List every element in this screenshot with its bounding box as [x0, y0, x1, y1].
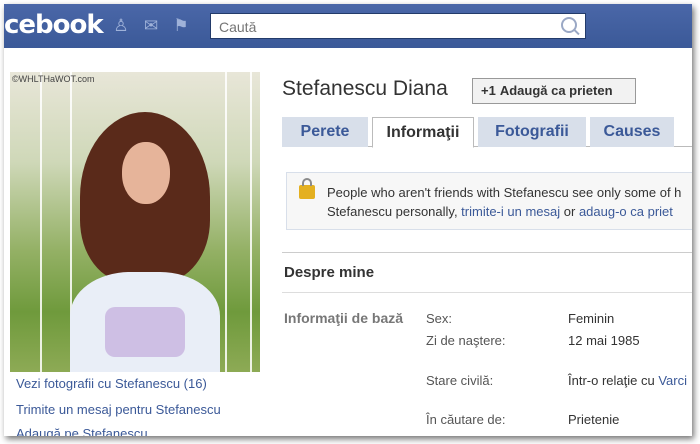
profile-name: Stefanescu Diana: [282, 77, 448, 100]
birthday-label: Zi de naştere:: [426, 333, 506, 348]
add-friend-label: Adaugă ca prieten: [499, 83, 613, 98]
photo-watermark: ©WHLTHaWOT.com: [12, 74, 95, 84]
add-friend-icon: +1: [481, 83, 496, 98]
view-photos-link[interactable]: Vezi fotografii cu Stefanescu (16): [16, 376, 207, 391]
browser-frame: cebook ♙ ✉ ⚑ ©WHLTHaWOT.com Vezi fotogra…: [4, 4, 692, 436]
messages-icon[interactable]: ✉: [140, 16, 162, 36]
relationship-value: Într-o relaţie cu Varci: [568, 373, 687, 388]
about-divider: [282, 292, 692, 293]
hammock-rope: [250, 72, 252, 372]
looking-for-label: În căutare de:: [426, 412, 506, 427]
search-input[interactable]: [217, 15, 551, 39]
privacy-notice: People who aren't friends with Stefanesc…: [286, 172, 692, 230]
search-icon[interactable]: [561, 17, 577, 33]
add-friend-button[interactable]: +1 Adaugă ca prieten: [472, 78, 636, 104]
hammock-rope: [225, 72, 227, 372]
send-message-notice-link[interactable]: trimite-i un mesaj: [461, 204, 560, 219]
sex-value: Feminin: [568, 311, 615, 326]
friends-icon[interactable]: ♙: [110, 16, 132, 36]
looking-for-value: Prietenie: [568, 412, 620, 427]
notice-line2-middle: or: [560, 204, 579, 219]
partner-link[interactable]: Varci: [658, 373, 687, 388]
about-title: Despre mine: [284, 264, 375, 281]
sex-label: Sex:: [426, 311, 453, 326]
notice-line2: Stefanescu personally, trimite-i un mesa…: [327, 204, 673, 219]
basic-info-heading: Informaţii de bază: [284, 310, 404, 326]
lock-icon: [299, 178, 315, 199]
tab-causes[interactable]: Causes: [590, 117, 674, 147]
tab-perete[interactable]: Perete: [282, 117, 368, 147]
top-bar: cebook ♙ ✉ ⚑: [4, 4, 692, 48]
about-divider: [282, 252, 692, 253]
photo-face: [122, 142, 170, 204]
add-friend-notice-link[interactable]: adaug-o ca priet: [579, 204, 673, 219]
search-box[interactable]: [210, 13, 586, 39]
tab-fotografii[interactable]: Fotografii: [478, 117, 586, 147]
facebook-logo[interactable]: cebook: [4, 10, 104, 40]
relationship-text: Într-o relaţie cu: [568, 373, 659, 388]
notice-line1: People who aren't friends with Stefanesc…: [327, 185, 682, 200]
send-message-link[interactable]: Trimite un mesaj pentru Stefanescu: [16, 402, 221, 417]
add-friend-link[interactable]: Adaugă pe Stefanescu: [16, 426, 148, 436]
photo-shirt-print: [105, 307, 185, 357]
hammock-rope: [40, 72, 42, 372]
profile-photo[interactable]: ©WHLTHaWOT.com: [10, 72, 260, 372]
birthday-value: 12 mai 1985: [568, 333, 640, 348]
tab-informatii[interactable]: Informaţii: [372, 117, 474, 148]
notifications-icon[interactable]: ⚑: [170, 16, 192, 36]
relationship-label: Stare civilă:: [426, 373, 494, 388]
notice-line2-prefix: Stefanescu personally,: [327, 204, 462, 219]
